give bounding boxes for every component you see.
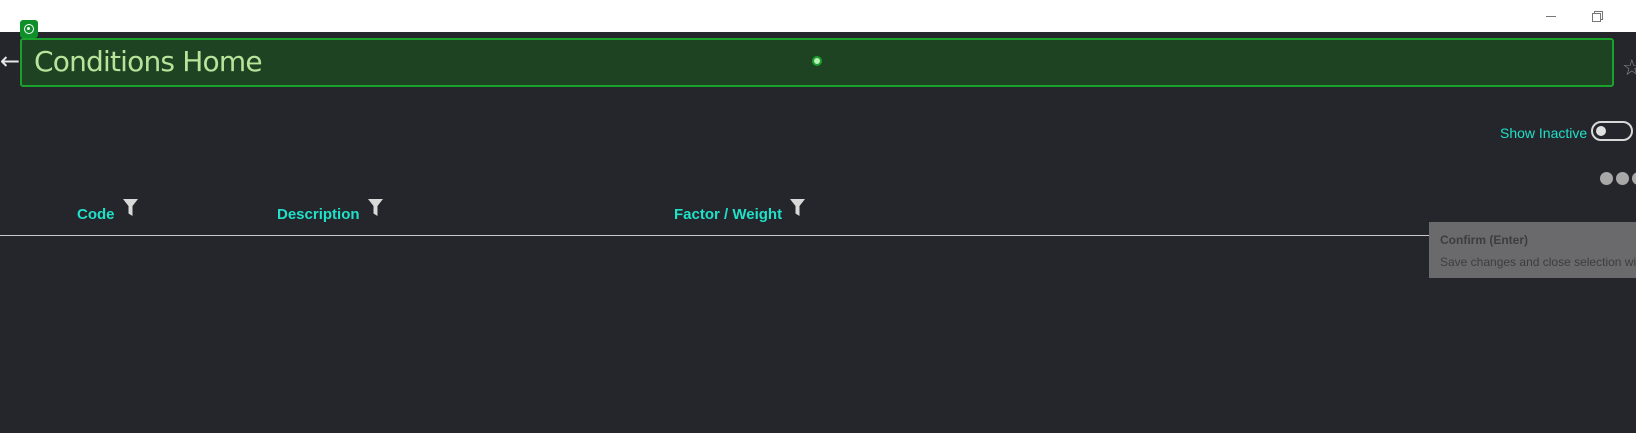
filter-icon[interactable] [122,199,138,221]
recording-indicator-icon [20,20,38,38]
more-dot-icon [1616,172,1629,185]
more-dot-icon [1600,172,1613,185]
star-outline-icon: ☆ [1622,56,1636,81]
tooltip-text: Save changes and close selection wizard [1440,255,1636,269]
page-title: Conditions Home [34,45,263,78]
focus-indicator-icon [812,56,822,66]
toggle-knob [1596,126,1606,136]
minimize-button[interactable] [1528,0,1574,32]
favorite-button[interactable]: ☆ [1622,58,1636,80]
show-inactive-toggle[interactable] [1591,121,1633,141]
column-label-factor-weight: Factor / Weight [674,206,783,223]
show-inactive-label: Show Inactive [1500,125,1588,141]
tooltip-title: Confirm (Enter) [1440,233,1528,247]
table-header-divider [0,235,1636,236]
more-dot-icon [1632,172,1636,185]
column-header-code[interactable]: Code [77,199,138,224]
back-button[interactable]: ← [0,44,20,78]
restore-icon [1592,11,1603,22]
more-options-button[interactable] [1600,172,1636,185]
arrow-left-icon: ← [0,47,21,75]
minimize-icon [1546,15,1556,17]
column-header-factor-weight[interactable]: Factor / Weight [674,199,806,224]
window-titlebar [0,0,1636,32]
page-header: Conditions Home [20,38,1614,87]
column-label-code: Code [77,206,115,223]
confirm-tooltip: Confirm (Enter) Save changes and close s… [1429,222,1636,278]
filter-icon[interactable] [790,199,806,221]
restore-button[interactable] [1574,0,1620,32]
column-header-description[interactable]: Description [277,199,383,224]
column-label-description: Description [277,206,360,223]
filter-icon[interactable] [367,199,383,221]
